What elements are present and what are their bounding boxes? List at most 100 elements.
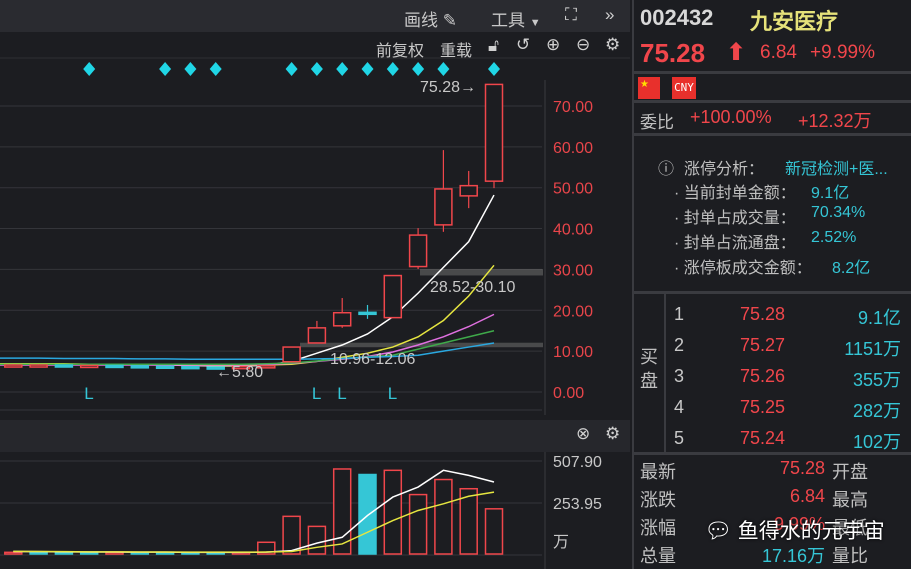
volume-unit: 万 — [553, 534, 569, 551]
bid-level: 1 — [674, 304, 685, 324]
stock-code: 002432 — [640, 5, 714, 30]
signal-marker: L — [84, 384, 93, 403]
signal-diamond-icon — [310, 62, 323, 76]
signal-diamond-icon — [437, 62, 450, 76]
limit-up-item-value: 9.1亿 — [811, 185, 850, 202]
volume-bar — [4, 551, 23, 555]
bid-price: 75.24 — [740, 428, 786, 448]
price-change: 6.84 — [760, 42, 797, 63]
signal-diamond-icon — [412, 62, 425, 76]
y-tick-label: 70.00 — [553, 99, 593, 116]
limit-up-title: 涨停分析： — [684, 161, 765, 178]
limit-up-item-value: 70.34% — [811, 204, 866, 221]
info-icon[interactable]: ⓘ — [658, 155, 674, 179]
candle-body — [155, 365, 175, 370]
last-price: 75.28 — [640, 38, 706, 68]
candle — [307, 320, 327, 344]
candle — [54, 364, 74, 368]
candle — [79, 364, 99, 369]
volume-bar — [358, 473, 377, 555]
limit-up-item-label: · 封单占成交量： — [674, 210, 796, 227]
signal-diamond-icon — [336, 62, 349, 76]
stock-name: 九安医疗 — [750, 9, 839, 34]
weibi-amount: +12.32万 — [798, 111, 872, 131]
stat-label-right: 量比 — [832, 546, 868, 566]
stat-label: 涨幅 — [640, 518, 676, 538]
candle — [408, 228, 428, 270]
candle-body — [54, 364, 74, 368]
price-change-pct: +9.99% — [810, 42, 875, 63]
weibi-label: 委比 — [640, 113, 674, 132]
kline-chart[interactable]: 70.00 60.00 50.00 40.00 30.00 20.00 10.00 0.00 L… — [0, 0, 630, 569]
candle — [358, 304, 377, 319]
signal-diamond-icon — [386, 62, 399, 76]
ma-line-ma10 — [0, 264, 495, 367]
bid-price: 75.28 — [740, 304, 786, 324]
candle — [29, 364, 48, 368]
wechat-icon: 💬︎ — [704, 518, 732, 543]
stat-label-right: 开盘 — [832, 462, 868, 482]
volume-bar — [307, 525, 327, 555]
candle — [459, 170, 478, 209]
annotation-band2: 28.52-30.10 — [430, 279, 516, 296]
stat-label-right: 最高 — [832, 490, 868, 510]
candle-body — [130, 365, 150, 369]
candle — [434, 150, 453, 232]
candle-body — [434, 188, 453, 226]
bid-volume: 102万 — [852, 432, 901, 452]
candle-body — [459, 184, 478, 197]
limit-up-item-value: 2.52% — [811, 229, 857, 246]
annotation-low: ←5.80 — [216, 364, 263, 381]
china-flag-icon: ★ — [638, 77, 660, 99]
annotation-band1: 10.96-12.06 — [330, 351, 416, 368]
candle-body — [383, 274, 403, 319]
candle-body — [408, 234, 428, 268]
signal-diamond-icon — [209, 62, 222, 76]
volume-tick-label: 253.95 — [553, 496, 602, 513]
candle — [130, 365, 150, 369]
quote-panel: 002432 九安医疗 75.28 ⬆ 6.84 +9.99% ★ CNY 委比… — [632, 0, 911, 569]
bid-price: 75.25 — [740, 397, 786, 417]
signal-marker: L — [337, 384, 346, 403]
bid-volume: 9.1亿 — [857, 308, 901, 328]
signal-diamond-icon — [285, 62, 298, 76]
candle-body — [105, 364, 124, 369]
y-tick-label: 30.00 — [553, 262, 593, 279]
volume-bar — [408, 493, 428, 555]
candle-body — [4, 364, 23, 368]
signal-diamond-icon — [159, 62, 172, 76]
candle-body — [282, 346, 301, 363]
limit-up-reason[interactable]: 新冠检测+医... — [785, 155, 888, 179]
candle — [332, 298, 352, 328]
stat-label: 涨跌 — [640, 490, 676, 510]
volume-bar — [54, 551, 74, 555]
y-tick-label: 50.00 — [553, 181, 593, 198]
stat-value: 75.28 — [779, 458, 825, 478]
y-tick-label: 60.00 — [553, 140, 593, 157]
limit-up-item-label: · 当前封单金额： — [674, 185, 796, 202]
stat-value: 17.16万 — [761, 546, 825, 566]
bid-volume: 282万 — [852, 401, 901, 421]
ma-line-ma5 — [0, 194, 495, 367]
bid-price: 75.26 — [740, 366, 786, 386]
ma-line-ma20 — [0, 313, 495, 366]
candle-body — [181, 365, 200, 370]
candle — [383, 274, 403, 319]
candle-body — [79, 364, 99, 369]
bid-level: 2 — [674, 335, 685, 355]
currency-badge: CNY — [672, 77, 696, 99]
signal-diamond-icon — [361, 62, 374, 76]
signal-diamond-icon — [488, 62, 500, 76]
candle — [484, 83, 504, 189]
watermark-text: 鱼得水的元宇宙 — [737, 520, 885, 543]
candle-body — [358, 311, 377, 316]
signal-marker: L — [312, 384, 321, 403]
candle — [4, 364, 23, 368]
candle — [105, 364, 124, 369]
limit-up-item-value: 8.2亿 — [832, 260, 871, 277]
candle — [155, 365, 175, 370]
bid-level: 3 — [674, 366, 685, 386]
volume-bar — [383, 469, 403, 555]
watermark: 💬︎ 鱼得水的元宇宙 — [704, 515, 885, 545]
signal-diamond-icon — [184, 62, 197, 76]
